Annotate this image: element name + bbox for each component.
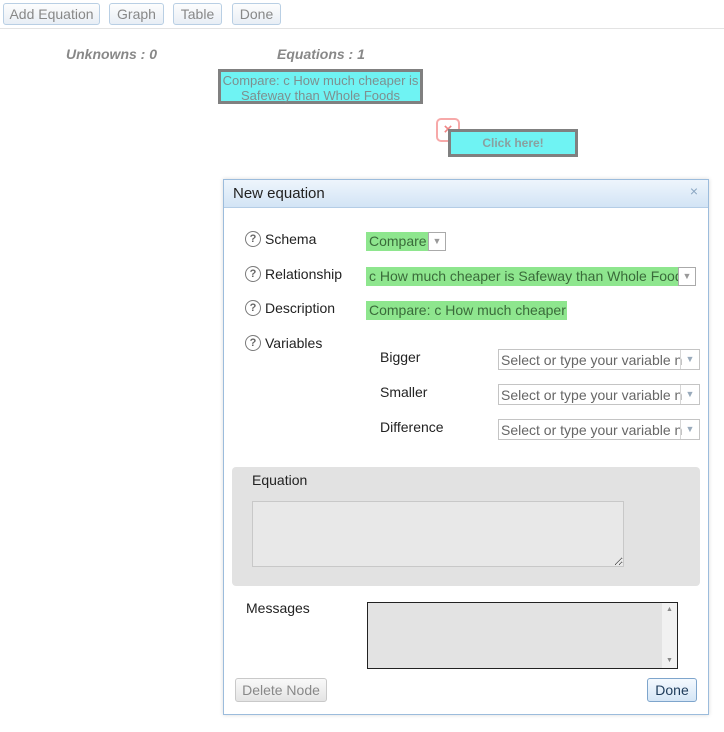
scroll-up-icon[interactable]: ▲ <box>662 603 677 617</box>
chevron-down-icon[interactable]: ▼ <box>680 420 699 439</box>
relationship-label: Relationship <box>265 266 343 282</box>
equations-counter: Equations : 1 <box>277 46 365 62</box>
relationship-select[interactable]: c How much cheaper is Safeway than Whole… <box>366 267 678 286</box>
variables-help-icon[interactable]: ? <box>245 335 261 351</box>
chevron-down-icon[interactable]: ▼ <box>680 385 699 404</box>
description-label: Description <box>265 300 336 316</box>
variables-label: Variables <box>265 335 323 351</box>
graph-button[interactable]: Graph <box>109 3 164 25</box>
table-button[interactable]: Table <box>173 3 222 25</box>
equation-textarea[interactable] <box>252 501 624 567</box>
chevron-down-icon[interactable]: ▼ <box>680 350 699 369</box>
schema-select[interactable]: Compare <box>366 232 428 251</box>
messages-scrollbar[interactable]: ▲ ▼ <box>662 603 677 668</box>
variable-input-smaller[interactable] <box>499 385 682 404</box>
chevron-down-icon[interactable]: ▼ <box>678 267 696 286</box>
variable-combo-difference[interactable]: ▼ <box>498 419 700 440</box>
schema-label: Schema <box>265 231 317 247</box>
done-button[interactable]: Done <box>647 678 697 702</box>
variable-label-bigger: Bigger <box>380 349 421 365</box>
dialog-title-bar[interactable]: New equation × <box>224 180 708 208</box>
done-toolbar-button[interactable]: Done <box>232 3 281 25</box>
variable-input-bigger[interactable] <box>499 350 682 369</box>
variable-input-difference[interactable] <box>499 420 682 439</box>
variable-combo-bigger[interactable]: ▼ <box>498 349 700 370</box>
toolbar: Add Equation Graph Table Done <box>0 0 724 29</box>
dialog-title: New equation <box>233 185 325 202</box>
new-equation-dialog: New equation × ? Schema Compare ▼ ? Rela… <box>223 179 709 715</box>
add-equation-button[interactable]: Add Equation <box>3 3 100 25</box>
schema-help-icon[interactable]: ? <box>245 231 261 247</box>
unknowns-counter: Unknowns : 0 <box>66 46 158 62</box>
dialog-close-icon[interactable]: × <box>690 183 698 199</box>
equation-node[interactable]: Compare: c How much cheaper is Safeway t… <box>218 69 423 104</box>
equation-label: Equation <box>252 472 308 488</box>
messages-box[interactable]: ▲ ▼ <box>367 602 678 669</box>
relationship-help-icon[interactable]: ? <box>245 266 261 282</box>
equation-panel: Equation <box>232 467 700 586</box>
variable-label-smaller: Smaller <box>380 384 428 400</box>
messages-label: Messages <box>246 600 310 616</box>
description-help-icon[interactable]: ? <box>245 300 261 316</box>
variable-combo-smaller[interactable]: ▼ <box>498 384 700 405</box>
description-field[interactable]: Compare: c How much cheaper is Safeway t… <box>366 301 567 320</box>
scroll-down-icon[interactable]: ▼ <box>662 654 677 668</box>
chevron-down-icon[interactable]: ▼ <box>428 232 446 251</box>
variable-label-difference: Difference <box>380 419 444 435</box>
click-here-node[interactable]: Click here! <box>448 129 578 157</box>
delete-node-button[interactable]: Delete Node <box>235 678 327 702</box>
